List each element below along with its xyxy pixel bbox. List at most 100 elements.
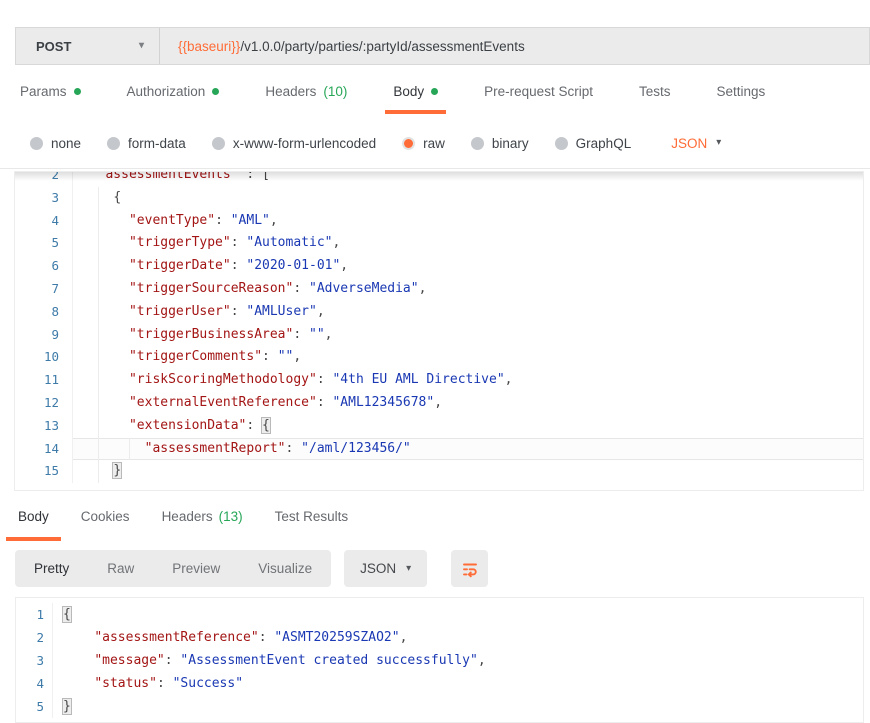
body-mode-none[interactable]: none: [30, 136, 81, 151]
code-line-4[interactable]: 4 "status": "Success": [16, 672, 863, 695]
body-mode-binary[interactable]: binary: [471, 136, 529, 151]
chevron-down-icon: ▾: [716, 138, 721, 148]
code-line-12[interactable]: 12 "externalEventReference": "AML1234567…: [15, 392, 863, 415]
green-dot-icon: [212, 88, 219, 95]
request-language-selector[interactable]: JSON ▾: [671, 136, 721, 151]
view-raw[interactable]: Raw: [88, 550, 153, 587]
line-content: "externalEventReference": "AML12345678",: [73, 392, 863, 415]
response-language-selector[interactable]: JSON ▾: [344, 550, 427, 587]
code-line-8[interactable]: 8 "triggerUser": "AMLUser",: [15, 301, 863, 324]
line-number: 3: [15, 187, 73, 210]
json-punctuation: ,: [419, 281, 427, 296]
radio-button-icon: [30, 137, 43, 150]
url-input[interactable]: {{baseuri}}/v1.0.0/party/parties/:partyI…: [160, 28, 525, 64]
code-line-14[interactable]: 14 "assessmentReport": "/aml/123456/": [15, 438, 863, 461]
wrap-text-icon: [461, 560, 479, 578]
line-content: "assessmentEvents" : [: [73, 171, 863, 187]
tab-body[interactable]: Body: [393, 80, 438, 112]
body-mode-form-data[interactable]: form-data: [107, 136, 186, 151]
json-punctuation: :: [293, 281, 309, 296]
tab-pre-request-script[interactable]: Pre-request Script: [484, 80, 593, 112]
json-string-value: "": [309, 327, 325, 342]
json-key: "triggerBusinessArea": [129, 327, 293, 342]
json-punctuation: ,: [332, 235, 340, 250]
view-preview[interactable]: Preview: [153, 550, 239, 587]
code-line-7[interactable]: 7 "triggerSourceReason": "AdverseMedia",: [15, 278, 863, 301]
response-body-editor[interactable]: 1{2 "assessmentReference": "ASMT20259SZA…: [15, 597, 864, 723]
line-number: 11: [15, 369, 73, 392]
code-line-5[interactable]: 5}: [16, 695, 863, 718]
code-line-5[interactable]: 5 "triggerType": "Automatic",: [15, 232, 863, 255]
line-content: {: [73, 187, 863, 210]
json-punctuation: ,: [293, 349, 301, 364]
code-line-10[interactable]: 10 "triggerComments": "",: [15, 346, 863, 369]
json-punctuation: :: [286, 441, 302, 456]
method-label: POST: [36, 39, 71, 54]
code-line-1[interactable]: 1{: [16, 603, 863, 626]
json-string-value: "Success": [173, 676, 243, 691]
json-string-value: "AML": [231, 213, 270, 228]
indent-guide: [98, 210, 99, 233]
tab-label: Headers: [265, 84, 316, 99]
green-dot-icon: [74, 88, 81, 95]
response-tab-cookies[interactable]: Cookies: [69, 503, 142, 539]
json-key: "extensionData": [129, 418, 246, 433]
json-punctuation: :: [215, 213, 231, 228]
json-punctuation: {: [262, 418, 270, 433]
tab-label: Tests: [639, 84, 671, 99]
code-line-2[interactable]: 2 "assessmentEvents" : [: [15, 171, 863, 187]
request-language-label: JSON: [671, 136, 707, 151]
json-key: "externalEventReference": [129, 395, 317, 410]
code-line-3[interactable]: 3 {: [15, 187, 863, 210]
json-key: "triggerDate": [129, 258, 231, 273]
request-body-editor[interactable]: 2 "assessmentEvents" : [3 {4 "eventType"…: [14, 171, 864, 491]
response-tab-headers[interactable]: Headers(13): [150, 503, 255, 539]
request-tabs: Params Authorization Headers(10) Body Pre-re…: [20, 80, 870, 112]
line-number: 1: [16, 603, 53, 626]
response-tab-test-results[interactable]: Test Results: [263, 503, 361, 539]
tab-headers[interactable]: Headers(10): [265, 80, 347, 112]
body-mode-raw[interactable]: raw: [402, 136, 445, 151]
line-number: 5: [16, 695, 53, 718]
line-number: 6: [15, 255, 73, 278]
request-code-lines: 2 "assessmentEvents" : [3 {4 "eventType"…: [15, 171, 863, 483]
radio-label: none: [51, 136, 81, 151]
code-line-6[interactable]: 6 "triggerDate": "2020-01-01",: [15, 255, 863, 278]
json-punctuation: :: [259, 630, 275, 645]
code-line-9[interactable]: 9 "triggerBusinessArea": "",: [15, 324, 863, 347]
view-pretty[interactable]: Pretty: [15, 550, 88, 587]
tab-tests[interactable]: Tests: [639, 80, 671, 112]
tab-settings[interactable]: Settings: [716, 80, 765, 112]
json-punctuation: ,: [325, 327, 333, 342]
radio-button-icon: [107, 137, 120, 150]
json-punctuation: : [: [239, 171, 270, 182]
code-line-15[interactable]: 15 }: [15, 460, 863, 483]
indent-guide: [98, 324, 99, 347]
view-visualize[interactable]: Visualize: [239, 550, 331, 587]
line-content: "triggerType": "Automatic",: [73, 232, 863, 255]
code-line-2[interactable]: 2 "assessmentReference": "ASMT20259SZAO2…: [16, 626, 863, 649]
code-line-4[interactable]: 4 "eventType": "AML",: [15, 210, 863, 233]
tab-label: Test Results: [275, 509, 349, 524]
json-punctuation: }: [113, 463, 121, 478]
radio-label: form-data: [128, 136, 186, 151]
wrap-text-button[interactable]: [451, 550, 488, 587]
response-code-lines: 1{2 "assessmentReference": "ASMT20259SZA…: [16, 603, 863, 718]
radio-button-icon: [212, 137, 225, 150]
line-content: "triggerComments": "",: [73, 346, 863, 369]
code-line-13[interactable]: 13 "extensionData": {: [15, 415, 863, 438]
code-line-11[interactable]: 11 "riskScoringMethodology": "4th EU AML…: [15, 369, 863, 392]
response-tab-body[interactable]: Body: [6, 503, 61, 539]
tab-params[interactable]: Params: [20, 80, 81, 112]
json-punctuation: :: [231, 235, 247, 250]
chevron-down-icon: ▾: [406, 564, 411, 574]
method-selector[interactable]: POST ▾: [16, 28, 159, 64]
tab-authorization[interactable]: Authorization: [127, 80, 220, 112]
body-mode-row: none form-data x-www-form-urlencoded raw bin…: [30, 130, 870, 156]
body-mode-graphql[interactable]: GraphQL: [555, 136, 632, 151]
request-url-bar: POST ▾ {{baseuri}}/v1.0.0/party/parties/…: [15, 27, 870, 65]
radio-label: raw: [423, 136, 445, 151]
code-line-3[interactable]: 3 "message": "AssessmentEvent created su…: [16, 649, 863, 672]
line-content: "triggerSourceReason": "AdverseMedia",: [73, 278, 863, 301]
body-mode-x-www-form-urlencoded[interactable]: x-www-form-urlencoded: [212, 136, 376, 151]
